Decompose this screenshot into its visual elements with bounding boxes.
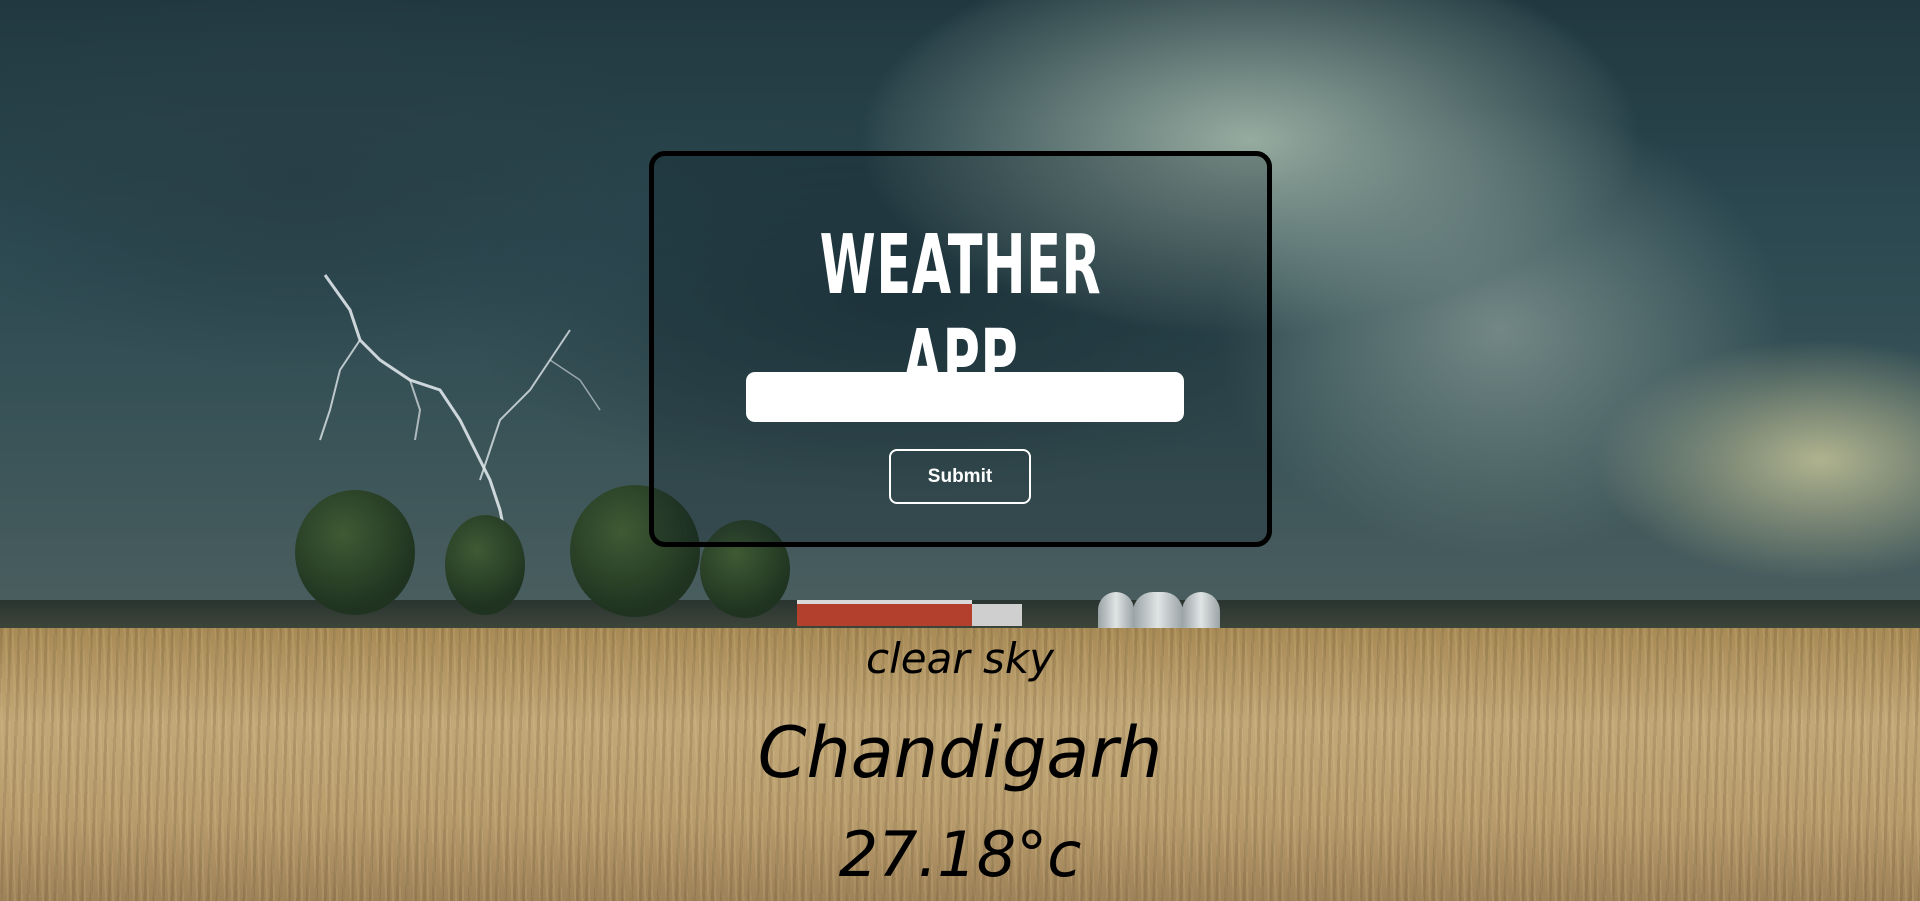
city-name: Chandigarh bbox=[757, 712, 1163, 794]
submit-button[interactable]: Submit bbox=[889, 449, 1031, 504]
tree bbox=[295, 490, 415, 615]
tree bbox=[445, 515, 525, 615]
weather-description: clear sky bbox=[865, 634, 1054, 683]
silo bbox=[1098, 592, 1134, 628]
city-search-input[interactable] bbox=[746, 372, 1184, 422]
shed bbox=[972, 604, 1022, 626]
temperature-value: 27.18°c bbox=[838, 818, 1082, 891]
red-barn bbox=[797, 600, 972, 626]
silo bbox=[1182, 592, 1220, 628]
silo bbox=[1133, 592, 1183, 628]
weather-form-card: WEATHER APP Submit bbox=[649, 151, 1272, 547]
